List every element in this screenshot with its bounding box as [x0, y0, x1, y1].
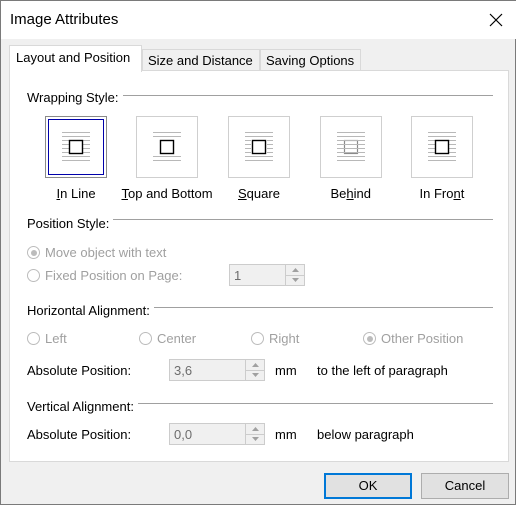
radio-indicator — [27, 269, 40, 282]
horizontal-position-value: 3,6 — [174, 363, 193, 378]
spin-buttons — [285, 265, 304, 285]
layout-position-panel: Wrapping Style: In Line Top and Bottom Squ… — [9, 70, 509, 462]
align-center-radio[interactable]: Center — [139, 331, 196, 346]
radio-indicator — [363, 332, 376, 345]
align-left-radio[interactable]: Left — [27, 331, 67, 346]
wrap-square-icon — [245, 132, 273, 162]
move-with-text-radio[interactable]: Move object with text — [27, 245, 166, 260]
wrap-behind-icon — [337, 132, 365, 162]
horizontal-position-spinner[interactable]: 3,6 — [169, 359, 265, 381]
radio-indicator — [27, 246, 40, 259]
cancel-button[interactable]: Cancel — [421, 473, 509, 499]
spin-down-button[interactable] — [246, 434, 264, 444]
spin-down-button[interactable] — [286, 275, 304, 285]
wrap-top-and-bottom-label: Top and Bottom — [121, 186, 213, 201]
chevron-down-icon — [251, 373, 259, 377]
vertical-position-value: 0,0 — [174, 427, 193, 442]
horizontal-relation-label: to the left of paragraph — [317, 363, 448, 378]
window-title: Image Attributes — [10, 11, 119, 28]
wrapping-style-label: Wrapping Style: — [27, 90, 123, 105]
wrap-square-label: Square — [238, 186, 280, 201]
tab-size-and-distance[interactable]: Size and Distance — [142, 49, 260, 71]
fixed-position-label: Fixed Position on Page: — [45, 268, 183, 283]
wrap-option-in-line[interactable] — [45, 116, 107, 178]
wrap-behind-label: Behind — [330, 186, 372, 201]
spin-buttons — [245, 424, 264, 444]
chevron-up-icon — [251, 363, 259, 367]
chevron-down-icon — [251, 437, 259, 441]
move-with-text-label: Move object with text — [45, 245, 167, 260]
spin-buttons — [245, 360, 264, 380]
radio-indicator — [251, 332, 264, 345]
spin-down-button[interactable] — [246, 370, 264, 380]
vertical-relation-label: below paragraph — [317, 427, 414, 442]
align-left-label: Left — [45, 331, 67, 346]
wrap-in-line-icon — [62, 132, 90, 162]
align-other-label: Other Position — [381, 331, 464, 346]
vertical-position-spinner[interactable]: 0,0 — [169, 423, 265, 445]
vertical-alignment-label: Vertical Alignment: — [27, 399, 138, 414]
page-number-spinner[interactable]: 1 — [229, 264, 305, 286]
wrap-option-square[interactable] — [228, 116, 290, 178]
wrap-option-top-and-bottom[interactable] — [136, 116, 198, 178]
position-style-label: Position Style: — [27, 216, 114, 231]
wrap-in-line-label: In Line — [56, 186, 96, 201]
align-center-label: Center — [157, 331, 197, 346]
wrap-option-behind[interactable] — [320, 116, 382, 178]
align-other-radio[interactable]: Other Position — [363, 331, 463, 346]
wrap-in-front-icon — [428, 132, 456, 162]
tab-saving-options[interactable]: Saving Options — [260, 49, 361, 71]
close-icon — [489, 13, 503, 27]
close-button[interactable] — [481, 6, 511, 34]
image-attributes-dialog: Image Attributes Layout and Position Siz… — [0, 0, 517, 505]
horizontal-alignment-label: Horizontal Alignment: — [27, 303, 154, 318]
title-bar: Image Attributes — [1, 1, 517, 39]
radio-indicator — [139, 332, 152, 345]
chevron-up-icon — [251, 427, 259, 431]
chevron-down-icon — [291, 278, 299, 282]
radio-indicator — [27, 332, 40, 345]
align-right-radio[interactable]: Right — [251, 331, 299, 346]
ok-button[interactable]: OK — [324, 473, 412, 499]
vertical-abs-position-label: Absolute Position: — [27, 427, 132, 442]
chevron-up-icon — [291, 268, 299, 272]
tab-layout-and-position[interactable]: Layout and Position — [9, 45, 142, 72]
horizontal-unit-label: mm — [275, 363, 297, 378]
align-right-label: Right — [269, 331, 300, 346]
wrap-option-in-front[interactable] — [411, 116, 473, 178]
vertical-unit-label: mm — [275, 427, 297, 442]
fixed-position-radio[interactable]: Fixed Position on Page: — [27, 268, 182, 283]
wrap-in-front-label: In Front — [419, 186, 465, 201]
horizontal-abs-position-label: Absolute Position: — [27, 363, 132, 378]
page-number-value: 1 — [234, 268, 242, 283]
wrap-top-and-bottom-icon — [153, 132, 181, 162]
